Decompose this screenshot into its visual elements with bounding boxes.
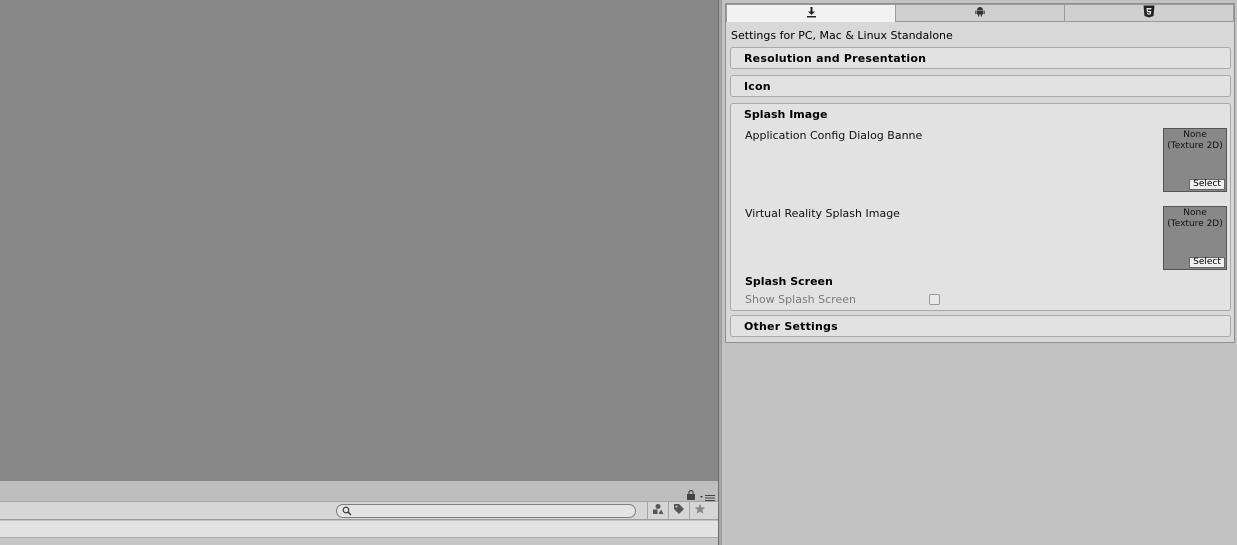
filter-by-type-icon <box>652 503 664 518</box>
app-config-banner-label: Application Config Dialog Banne <box>745 129 923 142</box>
foldout-icon[interactable]: Icon <box>730 75 1231 97</box>
foldout-splash-image-label[interactable]: Splash Image <box>744 108 828 121</box>
project-content <box>0 537 718 545</box>
vr-splash-image-label: Virtual Reality Splash Image <box>745 207 900 220</box>
filter-by-type-button[interactable] <box>647 502 668 519</box>
splash-screen-heading: Splash Screen <box>745 275 833 288</box>
download-icon <box>806 6 817 21</box>
favorites-button[interactable] <box>689 502 710 519</box>
filter-by-label-button[interactable] <box>668 502 689 519</box>
foldout-other-settings[interactable]: Other Settings <box>730 315 1231 337</box>
select-texture-button[interactable]: Select <box>1189 257 1225 268</box>
project-breadcrumb-bar <box>0 521 718 537</box>
settings-for-label: Settings for PC, Mac & Linux Standalone <box>731 29 953 42</box>
texture-placeholder: None (Texture 2D) <box>1167 208 1223 229</box>
html5-icon <box>1143 5 1155 21</box>
scene-viewport[interactable] <box>0 0 718 481</box>
filter-by-label-icon <box>673 503 685 518</box>
texture-placeholder: None (Texture 2D) <box>1167 130 1223 151</box>
search-icon <box>342 506 352 519</box>
tab-webgl[interactable] <box>1065 4 1234 22</box>
select-texture-button[interactable]: Select <box>1189 179 1225 190</box>
tab-android[interactable] <box>896 4 1065 22</box>
platform-tabs <box>726 4 1234 22</box>
foldout-resolution[interactable]: Resolution and Presentation <box>730 47 1231 69</box>
panel-splitter[interactable] <box>718 0 722 545</box>
vr-splash-image-texture-field[interactable]: None (Texture 2D) Select <box>1163 206 1227 270</box>
android-icon <box>975 6 985 20</box>
tab-standalone[interactable] <box>726 4 896 22</box>
project-search-input[interactable] <box>336 504 636 518</box>
project-panel-header <box>0 481 718 501</box>
show-splash-screen-label: Show Splash Screen <box>745 293 856 306</box>
show-splash-screen-checkbox[interactable] <box>929 294 940 305</box>
app-config-banner-texture-field[interactable]: None (Texture 2D) Select <box>1163 128 1227 192</box>
foldout-other-settings-label: Other Settings <box>744 320 838 333</box>
foldout-resolution-label: Resolution and Presentation <box>744 52 927 65</box>
favorites-star-icon <box>694 503 706 518</box>
foldout-icon-label: Icon <box>744 80 771 93</box>
